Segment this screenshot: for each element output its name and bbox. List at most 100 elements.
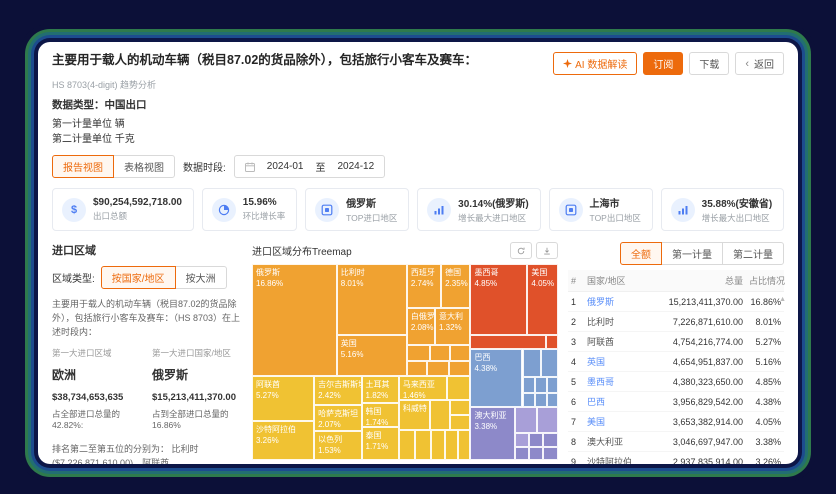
treemap-cell[interactable]: 哈萨克斯坦2.07% xyxy=(314,405,361,431)
treemap-cell[interactable]: 白俄罗斯2.08% xyxy=(407,308,435,345)
treemap-cell[interactable] xyxy=(445,430,458,460)
treemap-cell[interactable]: 墨西哥4.85% xyxy=(470,264,527,335)
treemap-cell[interactable] xyxy=(529,447,543,460)
treemap-cell[interactable] xyxy=(537,407,558,432)
treemap-cell[interactable]: 英国5.16% xyxy=(337,335,407,376)
treemap-cell[interactable]: 美国4.05% xyxy=(527,264,558,335)
treemap-cell[interactable] xyxy=(458,430,470,460)
treemap-cell[interactable] xyxy=(430,345,450,361)
stat-value: 俄罗斯 xyxy=(346,195,397,210)
top-import-region-block: 第一大进口区域 欧洲 $38,734,653,635 占全部进口总量的42.82… xyxy=(52,347,142,430)
treemap-cell[interactable]: 俄罗斯16.86% xyxy=(252,264,337,376)
treemap-cell[interactable]: 沙特阿拉伯3.26% xyxy=(252,421,314,460)
refresh-button[interactable] xyxy=(510,242,532,259)
treemap-cell[interactable] xyxy=(535,377,547,393)
date-to-value[interactable]: 2024-12 xyxy=(337,161,374,172)
measure-tab[interactable]: 全额 xyxy=(620,242,662,265)
treemap-cell[interactable]: 巴西4.38% xyxy=(470,349,522,408)
treemap-cell[interactable] xyxy=(407,345,430,361)
region-type-tab[interactable]: 按国家/地区 xyxy=(101,266,176,289)
country-link[interactable]: 美国 xyxy=(587,417,605,427)
treemap-cell[interactable] xyxy=(515,447,530,460)
treemap-cell[interactable] xyxy=(515,407,538,432)
treemap-cell[interactable] xyxy=(543,433,558,447)
treemap-cell[interactable]: 土耳其1.82% xyxy=(362,376,399,403)
stat-value: 35.88%(安徽省) xyxy=(702,195,773,210)
stat-label: 出口总额 xyxy=(93,210,182,222)
country-link[interactable]: 英国 xyxy=(587,357,605,367)
treemap-cell[interactable] xyxy=(523,349,542,377)
treemap-cell[interactable] xyxy=(431,430,445,460)
treemap-cell[interactable] xyxy=(515,433,530,447)
treemap-cell[interactable] xyxy=(450,345,470,361)
treemap-cell[interactable] xyxy=(399,430,416,460)
import-region-panel: 进口区域 区域类型: 按国家/地区按大洲 主要用于载人的机动车辆（税目87.02… xyxy=(52,242,242,464)
refresh-icon xyxy=(517,246,525,256)
top-import-country-name: 俄罗斯 xyxy=(152,366,242,383)
treemap-cell[interactable] xyxy=(546,335,558,349)
header-actions: AI 数据解读 订阅 下载 返回 xyxy=(553,52,784,75)
total-cell: 15,213,411,370.00 xyxy=(658,292,746,312)
measure-tab[interactable]: 第二计量 xyxy=(722,242,784,265)
table-scroll-up-icon[interactable]: ▲ xyxy=(779,296,786,303)
country-link[interactable]: 沙特阿拉伯 xyxy=(587,457,632,464)
treemap-cell[interactable]: 吉尔吉斯斯坦2.42% xyxy=(314,376,361,405)
treemap-cell[interactable] xyxy=(523,377,536,393)
treemap-cell[interactable]: 阿联酋5.27% xyxy=(252,376,314,421)
treemap-cell[interactable] xyxy=(541,349,558,377)
region-type-tab[interactable]: 按大洲 xyxy=(175,266,227,289)
treemap-cell[interactable] xyxy=(415,430,431,460)
treemap-cell[interactable]: 马来西亚1.46% xyxy=(399,376,447,400)
page-title: 主要用于载人的机动车辆（税目87.02的货品除外），包括旅行小客车及赛车： xyxy=(52,52,477,68)
treemap-cell[interactable]: 德国2.35% xyxy=(441,264,470,308)
download-button[interactable]: 下载 xyxy=(689,52,729,75)
table-row: 4英国4,654,951,837.005.16% xyxy=(568,352,784,372)
view-tab[interactable]: 报告视图 xyxy=(52,155,114,178)
measure-tab[interactable]: 第一计量 xyxy=(661,242,723,265)
stat-text: $90,254,592,718.00出口总额 xyxy=(93,197,182,222)
country-link[interactable]: 巴西 xyxy=(587,397,605,407)
treemap-cell-name: 俄罗斯 xyxy=(253,265,336,278)
treemap-cell[interactable]: 澳大利亚3.38% xyxy=(470,407,514,460)
treemap-cell-pct: 5.27% xyxy=(253,390,313,400)
treemap-cell[interactable] xyxy=(547,377,558,393)
treemap-cell[interactable] xyxy=(529,433,543,447)
treemap-cell[interactable]: 泰国1.71% xyxy=(362,427,399,460)
country-link[interactable]: 比利时 xyxy=(587,317,614,327)
chart-download-button[interactable] xyxy=(536,242,558,259)
treemap-cell[interactable] xyxy=(407,361,427,376)
treemap-cell[interactable]: 西班牙2.74% xyxy=(407,264,441,308)
treemap-cell[interactable]: 意大利1.32% xyxy=(435,308,470,345)
country-link[interactable]: 阿联酋 xyxy=(587,337,614,347)
treemap-cell[interactable] xyxy=(450,415,471,430)
stat-text: 上海市TOP出口地区 xyxy=(590,195,641,224)
treemap-cell[interactable]: 科威特 xyxy=(399,400,430,429)
measure-tabs: 全额第一计量第二计量 xyxy=(568,242,784,265)
treemap-cell[interactable] xyxy=(430,400,450,429)
date-from-value[interactable]: 2024-01 xyxy=(267,161,304,172)
treemap-cell[interactable] xyxy=(427,361,449,376)
treemap-cell-name: 英国 xyxy=(338,336,406,349)
treemap-cell[interactable] xyxy=(470,335,545,349)
treemap-cell[interactable] xyxy=(535,393,547,408)
treemap-cell[interactable] xyxy=(450,400,471,415)
treemap-cell[interactable] xyxy=(447,376,471,400)
country-link[interactable]: 墨西哥 xyxy=(587,377,614,387)
treemap-cell[interactable]: 韩国1.74% xyxy=(362,403,399,427)
view-tab[interactable]: 表格视图 xyxy=(113,155,175,178)
country-link[interactable]: 澳大利亚 xyxy=(587,437,623,447)
treemap-cell[interactable] xyxy=(543,447,558,460)
treemap-cell[interactable]: 比利时8.01% xyxy=(337,264,407,335)
share-cell: 3.26% xyxy=(746,452,784,465)
share-cell: 5.27% xyxy=(746,332,784,352)
growth-icon xyxy=(427,198,451,222)
treemap-cell[interactable] xyxy=(449,361,470,376)
treemap-cell[interactable]: 以色列1.53% xyxy=(314,431,361,460)
ai-insight-button[interactable]: AI 数据解读 xyxy=(553,52,637,75)
subscribe-button[interactable]: 订阅 xyxy=(643,52,683,75)
date-range-picker[interactable]: 2024-01 至 2024-12 xyxy=(234,155,385,178)
treemap-cell[interactable] xyxy=(547,393,558,408)
country-link[interactable]: 俄罗斯 xyxy=(587,297,614,307)
back-button[interactable]: 返回 xyxy=(735,52,784,75)
treemap-cell[interactable] xyxy=(523,393,536,408)
